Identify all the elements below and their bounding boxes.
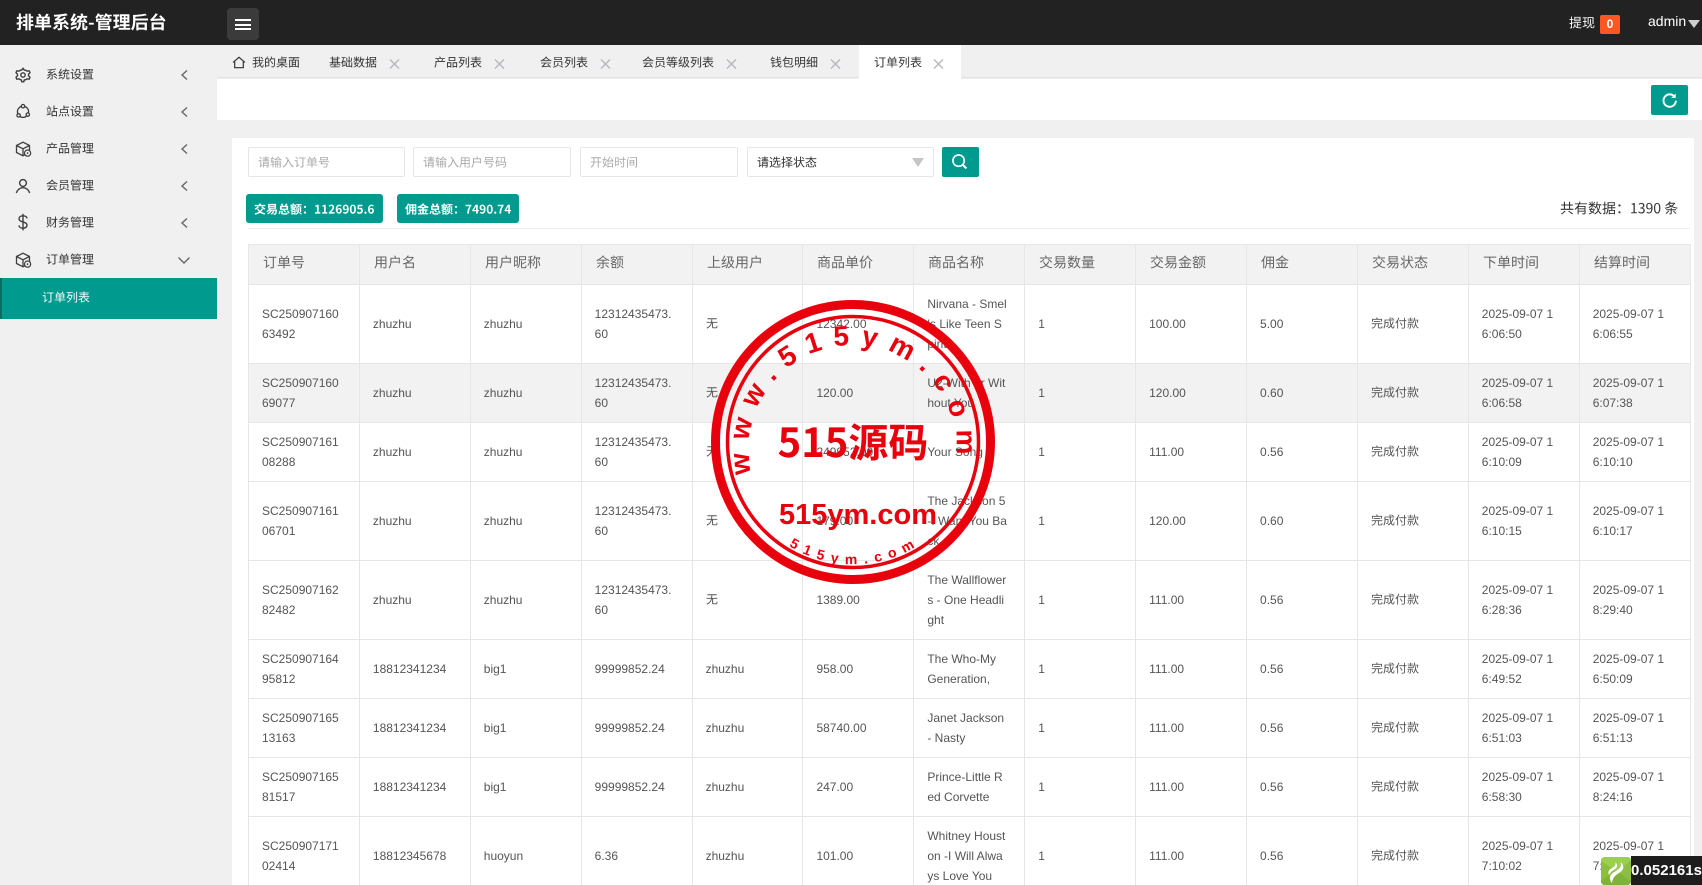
svg-text:515ym.com: 515ym.com xyxy=(787,532,922,567)
svg-text:515ym.com: 515ym.com xyxy=(779,499,937,531)
